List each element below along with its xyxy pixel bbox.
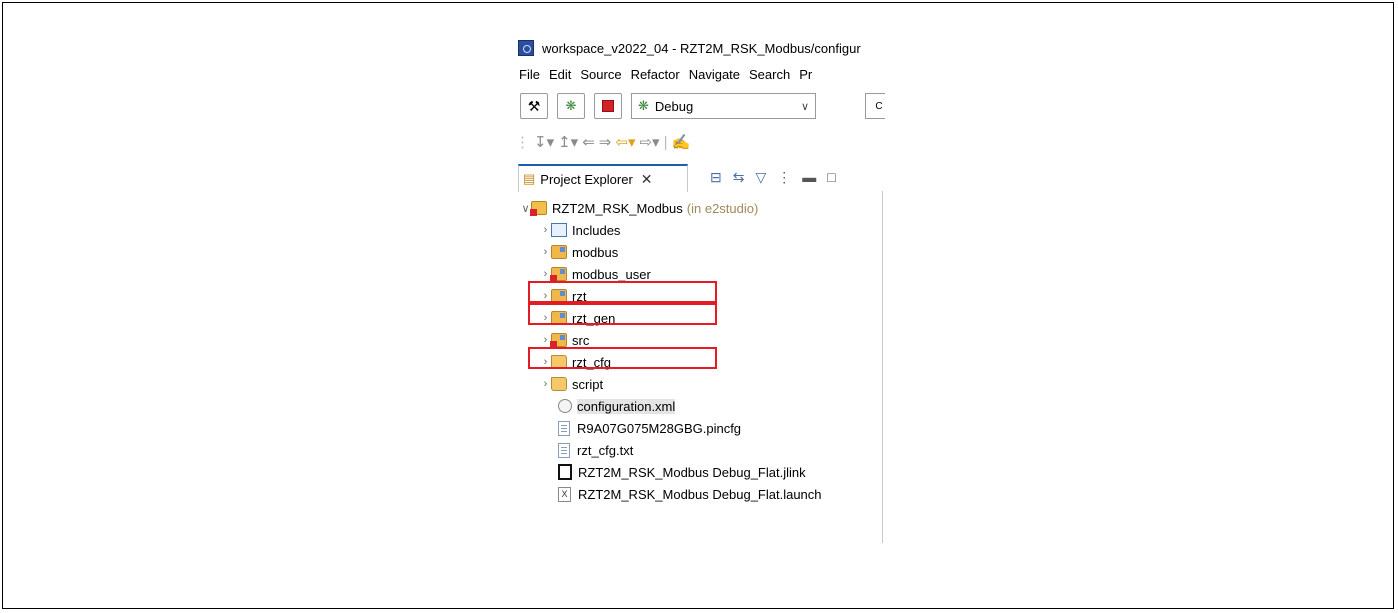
collapse-all-icon[interactable]: ⊟ — [710, 169, 722, 186]
view-toolbar: ⊟ ⇆ ▽ ⋮ ▬ □ — [710, 169, 847, 186]
build-button[interactable]: ⚒ — [520, 93, 548, 119]
file-icon — [558, 420, 570, 436]
forward-icon[interactable]: ⇨▾ — [639, 133, 659, 151]
tree-item-label: RZT2M_RSK_Modbus Debug_Flat.launch — [578, 486, 822, 502]
stop-icon — [602, 100, 614, 112]
next-annotation-icon[interactable]: ↧▾ — [534, 133, 554, 151]
project-name: RZT2M_RSK_Modbus — [552, 200, 683, 216]
chevron-right-icon[interactable]: › — [540, 246, 551, 258]
tree-row-rzt-cfg-txt[interactable]: rzt_cfg.txt — [518, 439, 822, 461]
tree-row-modbus[interactable]: › modbus — [518, 241, 822, 263]
e2studio-icon — [518, 40, 534, 56]
tree-item-label: src — [572, 332, 590, 348]
tab-project-explorer[interactable]: ▤ Project Explorer ✕ — [518, 164, 688, 192]
filter-icon[interactable]: ▽ — [755, 169, 766, 186]
project-explorer-icon: ▤ — [523, 171, 536, 186]
navigation-toolbar: ⋮ ↧▾ ↥▾ ⇐ ⇒ ⇦▾ ⇨▾ | ✍ — [515, 131, 694, 153]
tree-row-configuration-xml[interactable]: configuration.xml — [518, 395, 822, 417]
menu-navigate[interactable]: Navigate — [689, 67, 740, 82]
chevron-down-icon: ∨ — [800, 100, 809, 113]
menu-refactor[interactable]: Refactor — [631, 67, 680, 82]
previous-annotation-icon[interactable]: ↥▾ — [558, 133, 578, 151]
chevron-right-icon[interactable]: › — [540, 378, 551, 390]
tree-item-label: RZT2M_RSK_Modbus Debug_Flat.jlink — [578, 464, 806, 480]
tree-item-label: script — [572, 376, 604, 392]
chevron-right-icon[interactable]: › — [540, 224, 551, 236]
back-edit-icon[interactable]: ⇐ — [582, 133, 595, 151]
tree-row-script[interactable]: › script — [518, 373, 822, 395]
close-icon[interactable]: ✕ — [641, 171, 653, 188]
hammer-icon: ⚒ — [527, 97, 541, 114]
tab-project-explorer-label: Project Explorer — [540, 171, 633, 187]
source-folder-error-icon — [550, 333, 567, 348]
tree-row-jlink[interactable]: RZT2M_RSK_Modbus Debug_Flat.jlink — [518, 461, 822, 483]
highlight-box-rzt-gen — [528, 303, 717, 325]
minimize-icon[interactable]: ▬ — [802, 169, 816, 186]
tree-item-label: configuration.xml — [577, 398, 676, 414]
includes-icon — [551, 223, 567, 237]
c-perspective-button[interactable]: C — [865, 93, 885, 119]
tree-row-project[interactable]: ∨ RZT2M_RSK_Modbus (in e2studio) — [518, 197, 822, 219]
tree-item-label: Includes — [572, 222, 621, 238]
tree-row-pincfg[interactable]: R9A07G075M28GBG.pincfg — [518, 417, 822, 439]
title-bar: workspace_v2022_04 - RZT2M_RSK_Modbus/co… — [515, 33, 885, 63]
menu-source[interactable]: Source — [580, 67, 621, 82]
tree-row-launch[interactable]: X RZT2M_RSK_Modbus Debug_Flat.launch — [518, 483, 822, 505]
bug-icon: ❋ — [565, 98, 577, 113]
back-icon[interactable]: ⇦▾ — [615, 133, 635, 151]
tree-item-label: modbus — [572, 244, 619, 260]
toolbar-grip: ⋮ — [515, 134, 530, 151]
view-menu-icon[interactable]: ⋮ — [777, 169, 791, 186]
project-annotation: (in e2studio) — [686, 200, 759, 216]
highlight-box-rzt — [528, 281, 717, 303]
tree-row-includes[interactable]: › Includes — [518, 219, 822, 241]
window-title: workspace_v2022_04 - RZT2M_RSK_Modbus/co… — [542, 40, 861, 56]
menu-project[interactable]: Pr — [799, 67, 812, 82]
project-icon — [530, 201, 547, 216]
configuration-gear-icon — [558, 399, 572, 413]
forward-edit-icon[interactable]: ⇒ — [599, 133, 612, 151]
debug-button[interactable]: ❋ — [557, 93, 585, 119]
open-perspective-icon[interactable]: ✍ — [672, 133, 691, 151]
tree-item-label: modbus_user — [572, 266, 651, 282]
menu-search[interactable]: Search — [749, 67, 790, 82]
tree-item-label: rzt_cfg.txt — [577, 442, 634, 458]
menu-bar: File Edit Source Refactor Navigate Searc… — [519, 63, 821, 85]
c-perspective-label: C — [875, 100, 883, 112]
tree-item-label: R9A07G075M28GBG.pincfg — [577, 420, 742, 436]
launch-config-value: Debug — [654, 98, 694, 114]
launch-config-select[interactable]: ❋ Debug ∨ — [631, 93, 816, 119]
jlink-file-icon — [558, 464, 572, 480]
source-folder-icon — [551, 245, 567, 259]
highlight-box-rzt-cfg — [528, 347, 717, 369]
file-icon — [558, 442, 570, 458]
menu-file[interactable]: File — [519, 67, 540, 82]
maximize-icon[interactable]: □ — [827, 169, 835, 186]
source-folder-error-icon — [550, 267, 567, 282]
bug-icon: ❋ — [638, 98, 649, 113]
stop-button[interactable] — [594, 93, 622, 119]
toolbar-separator: | — [663, 133, 668, 151]
folder-icon — [551, 377, 567, 391]
launch-file-icon: X — [558, 486, 571, 502]
link-with-editor-icon[interactable]: ⇆ — [733, 169, 745, 186]
launch-toolbar: ⚒ ❋ ❋ Debug ∨ C — [520, 91, 885, 121]
menu-edit[interactable]: Edit — [549, 67, 571, 82]
